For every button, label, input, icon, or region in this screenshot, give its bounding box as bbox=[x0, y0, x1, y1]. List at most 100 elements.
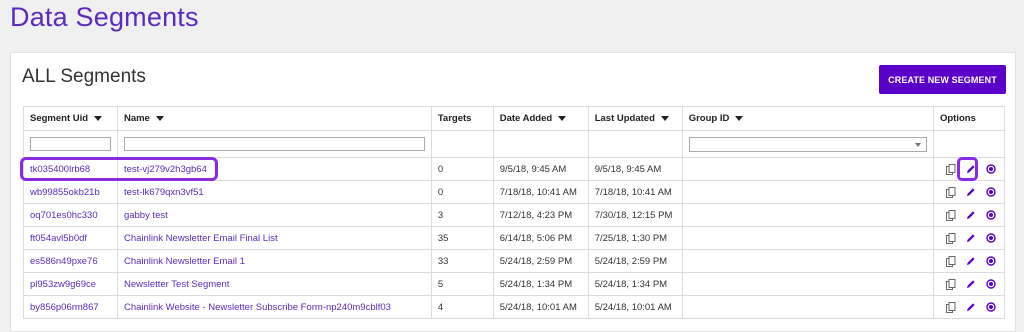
options-cell bbox=[932, 180, 1006, 204]
date-added-cell: 7/18/18, 10:41 AM bbox=[492, 180, 589, 204]
table-row: pl953zw9g69ce Newsletter Test Segment 5 … bbox=[23, 272, 1006, 296]
view-icon[interactable] bbox=[986, 164, 996, 174]
group-id-cell bbox=[681, 249, 934, 273]
segments-panel: ALL Segments CREATE NEW SEGMENT Segment … bbox=[10, 52, 1016, 332]
options-cell bbox=[932, 203, 1006, 227]
last-updated-cell: 7/18/18, 10:41 AM bbox=[587, 180, 683, 204]
chevron-down-icon bbox=[914, 142, 921, 147]
table-row: es586n49pxe76 Chainlink Newsletter Email… bbox=[23, 249, 1006, 273]
column-label: Last Updated bbox=[594, 113, 655, 124]
copy-icon[interactable] bbox=[945, 278, 956, 290]
segments-table: Segment Uid Name Targets Date Added Last… bbox=[23, 106, 1006, 319]
edit-icon[interactable] bbox=[966, 302, 976, 312]
segment-uid-link[interactable]: tk035400lrb68 bbox=[23, 157, 118, 181]
view-icon[interactable] bbox=[986, 256, 996, 266]
edit-icon[interactable] bbox=[966, 164, 976, 174]
copy-icon[interactable] bbox=[945, 186, 956, 198]
filter-cell bbox=[23, 130, 118, 158]
filter-cell bbox=[681, 130, 934, 158]
filter-row bbox=[23, 130, 1006, 158]
last-updated-cell: 5/24/18, 1:34 PM bbox=[587, 272, 683, 296]
filter-cell bbox=[116, 130, 432, 158]
column-label: Group ID bbox=[688, 113, 730, 124]
targets-cell: 33 bbox=[430, 249, 494, 273]
uid-filter-input[interactable] bbox=[30, 136, 111, 151]
segment-name-link[interactable]: Chainlink Newsletter Email Final List bbox=[116, 226, 432, 250]
targets-cell: 0 bbox=[430, 180, 494, 204]
edit-icon[interactable] bbox=[966, 233, 976, 243]
segment-uid-link[interactable]: oq701es0hc330 bbox=[23, 203, 118, 227]
column-header-last-updated[interactable]: Last Updated bbox=[587, 106, 683, 131]
options-cell bbox=[932, 295, 1006, 319]
copy-icon[interactable] bbox=[945, 232, 956, 244]
last-updated-cell: 5/24/18, 2:59 PM bbox=[587, 249, 683, 273]
filter-cell bbox=[430, 130, 494, 158]
header-row: Segment Uid Name Targets Date Added Last… bbox=[23, 106, 1006, 131]
segment-uid-link[interactable]: pl953zw9g69ce bbox=[23, 272, 118, 296]
options-cell bbox=[932, 226, 1006, 250]
group-id-cell bbox=[681, 272, 934, 296]
segment-name-link[interactable]: test-vj279v2h3gb64 bbox=[116, 157, 432, 181]
segment-uid-link[interactable]: by856p06rm867 bbox=[23, 295, 118, 319]
edit-icon[interactable] bbox=[966, 210, 976, 220]
edit-icon[interactable] bbox=[966, 279, 976, 289]
targets-cell: 5 bbox=[430, 272, 494, 296]
column-label: Date Added bbox=[499, 113, 553, 124]
copy-icon[interactable] bbox=[945, 255, 956, 267]
last-updated-cell: 7/25/18, 1:30 PM bbox=[587, 226, 683, 250]
table-row: oq701es0hc330 gabby test 3 7/12/18, 4:23… bbox=[23, 203, 1006, 227]
column-label: Options bbox=[939, 113, 976, 124]
sort-arrow-icon[interactable] bbox=[94, 115, 103, 121]
edit-icon[interactable] bbox=[966, 187, 976, 197]
last-updated-cell: 9/5/18, 9:45 AM bbox=[587, 157, 683, 181]
date-added-cell: 5/24/18, 10:01 AM bbox=[492, 295, 589, 319]
targets-cell: 35 bbox=[430, 226, 494, 250]
view-icon[interactable] bbox=[986, 302, 996, 312]
targets-cell: 4 bbox=[430, 295, 494, 319]
column-header-name[interactable]: Name bbox=[116, 106, 432, 131]
edit-icon[interactable] bbox=[966, 256, 976, 266]
column-header-group-id[interactable]: Group ID bbox=[681, 106, 934, 131]
group-id-cell bbox=[681, 157, 934, 181]
table-row: tk035400lrb68 test-vj279v2h3gb64 0 9/5/1… bbox=[23, 157, 1006, 181]
segment-uid-link[interactable]: es586n49pxe76 bbox=[23, 249, 118, 273]
targets-cell: 0 bbox=[430, 157, 494, 181]
create-new-segment-button[interactable]: CREATE NEW SEGMENT bbox=[879, 65, 1006, 94]
group-id-select[interactable] bbox=[688, 136, 927, 152]
table-row: by856p06rm867 Chainlink Website - Newsle… bbox=[23, 295, 1006, 319]
view-icon[interactable] bbox=[986, 187, 996, 197]
filter-cell bbox=[492, 130, 589, 158]
copy-icon[interactable] bbox=[945, 209, 956, 221]
copy-icon[interactable] bbox=[945, 301, 956, 313]
date-added-cell: 9/5/18, 9:45 AM bbox=[492, 157, 589, 181]
options-cell bbox=[932, 272, 1006, 296]
view-icon[interactable] bbox=[986, 210, 996, 220]
segment-name-link[interactable]: test-lk679qxn3vf51 bbox=[116, 180, 432, 204]
options-cell bbox=[932, 249, 1006, 273]
sort-arrow-icon[interactable] bbox=[660, 115, 669, 121]
date-added-cell: 6/14/18, 5:06 PM bbox=[492, 226, 589, 250]
filter-cell bbox=[587, 130, 683, 158]
copy-icon[interactable] bbox=[945, 163, 956, 175]
table-row: wb99855okb21b test-lk679qxn3vf51 0 7/18/… bbox=[23, 180, 1006, 204]
segment-name-link[interactable]: Newsletter Test Segment bbox=[116, 272, 432, 296]
segment-uid-link[interactable]: ft054avl5b0df bbox=[23, 226, 118, 250]
column-header-options: Options bbox=[932, 106, 1006, 131]
view-icon[interactable] bbox=[986, 233, 996, 243]
name-filter-input[interactable] bbox=[123, 136, 425, 151]
segment-name-link[interactable]: Chainlink Newsletter Email 1 bbox=[116, 249, 432, 273]
segment-uid-link[interactable]: wb99855okb21b bbox=[23, 180, 118, 204]
view-icon[interactable] bbox=[986, 279, 996, 289]
options-cell bbox=[932, 157, 1006, 181]
sort-arrow-icon[interactable] bbox=[558, 115, 567, 121]
sort-arrow-icon[interactable] bbox=[735, 115, 744, 121]
group-id-cell bbox=[681, 180, 934, 204]
column-header-uid[interactable]: Segment Uid bbox=[23, 106, 118, 131]
segment-name-link[interactable]: Chainlink Website - Newsletter Subscribe… bbox=[116, 295, 432, 319]
column-label: Name bbox=[123, 113, 150, 124]
sort-arrow-icon[interactable] bbox=[155, 115, 164, 121]
group-id-cell bbox=[681, 226, 934, 250]
column-header-targets: Targets bbox=[430, 106, 494, 131]
segment-name-link[interactable]: gabby test bbox=[116, 203, 432, 227]
column-header-date-added[interactable]: Date Added bbox=[492, 106, 589, 131]
